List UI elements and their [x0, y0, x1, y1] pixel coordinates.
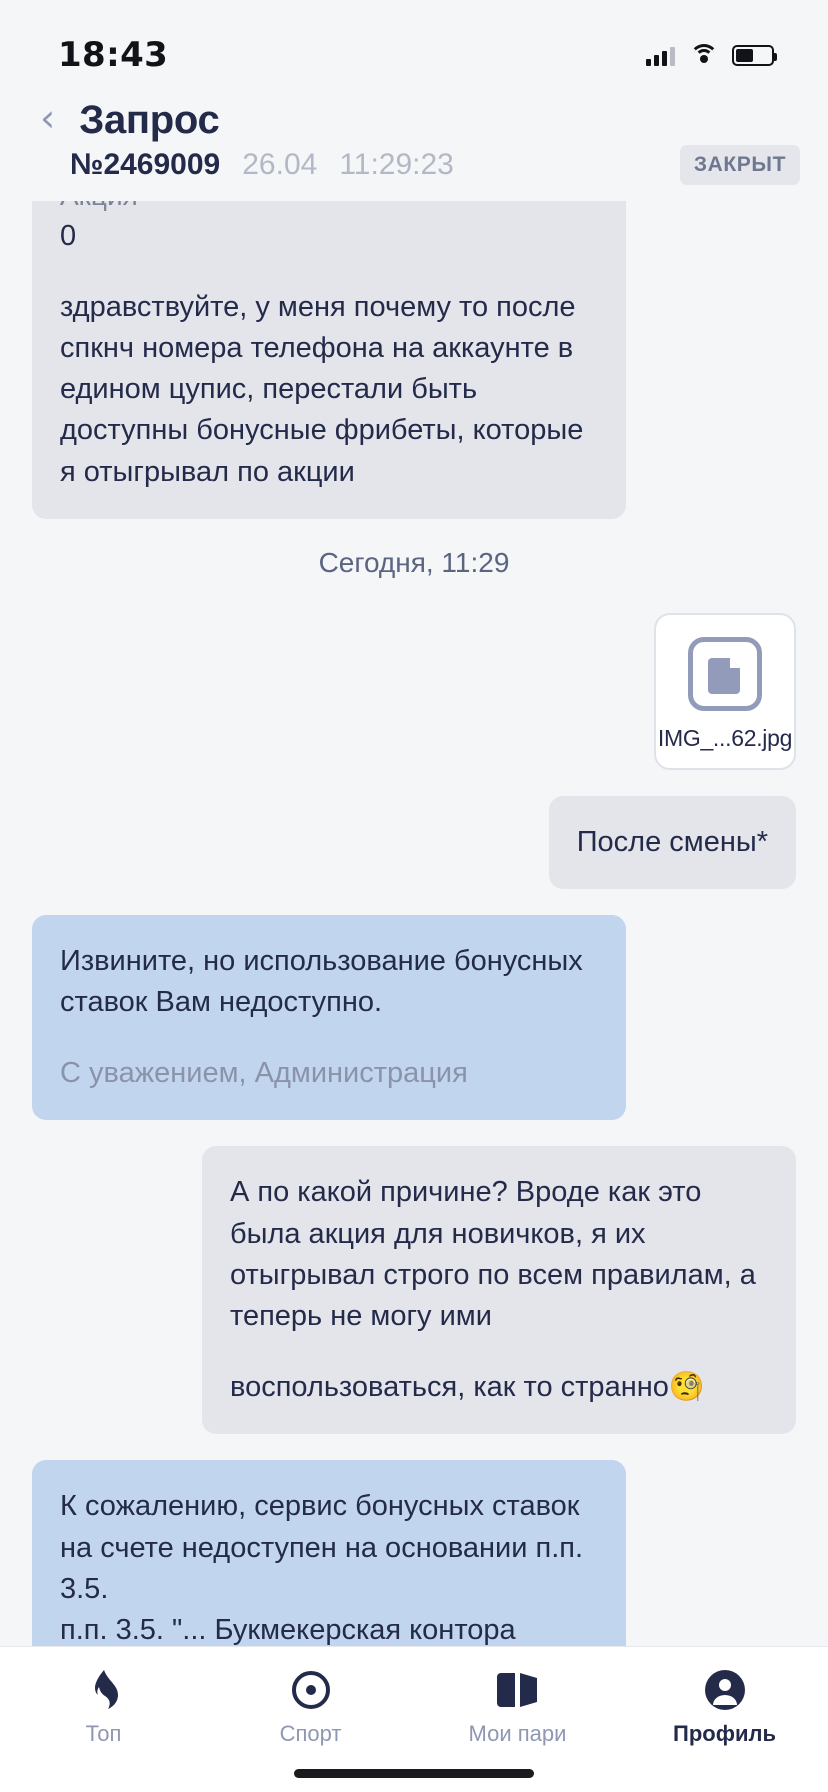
- tab-label: Мои пари: [468, 1721, 567, 1746]
- bubble-text: А по какой причине? Вроде как это была а…: [230, 1176, 756, 1332]
- message-row: После смены*: [32, 795, 796, 889]
- chat-bubble-admin[interactable]: Извините, но использование бонусных став…: [32, 914, 626, 1121]
- tab-top[interactable]: Топ: [14, 1669, 194, 1747]
- wifi-icon: [689, 44, 718, 66]
- cellular-signal-icon: [646, 44, 675, 66]
- page-title: Запрос: [79, 98, 220, 142]
- flame-icon: [87, 1669, 121, 1711]
- header-meta-row: №2469009 26.04 11:29:23 ЗАКРЫТ: [34, 145, 800, 185]
- bubble-text: Извините, но использование бонусных став…: [60, 944, 583, 1019]
- status-icons: [646, 44, 777, 66]
- header-title-row: ‹ Запрос: [34, 98, 800, 143]
- tab-my-bets[interactable]: Мои пари: [428, 1669, 608, 1747]
- request-time: 11:29:23: [339, 148, 454, 181]
- document-icon: [688, 636, 762, 711]
- request-date: 26.04: [242, 148, 318, 181]
- page-header: ‹ Запрос №2469009 26.04 11:29:23 ЗАКРЫТ: [0, 84, 828, 201]
- tab-label: Профиль: [673, 1721, 776, 1746]
- target-icon: [291, 1669, 331, 1711]
- message-row: К сожалению, сервис бонусных ставок на с…: [32, 1460, 796, 1646]
- bubble-text: После смены*: [576, 825, 768, 858]
- chat-thread[interactable]: Акция 0 здравствуйте, у меня почему то п…: [0, 186, 828, 1646]
- bubble-text-2: воспользоваться, как то странно🧐: [230, 1367, 768, 1408]
- message-row: А по какой причине? Вроде как это была а…: [32, 1146, 796, 1435]
- tab-label: Спорт: [279, 1721, 342, 1746]
- message-row: Акция 0 здравствуйте, у меня почему то п…: [32, 186, 796, 519]
- bubble-text-2: п.п. 3.5. "... Букмекерская контора имее…: [60, 1613, 516, 1646]
- tab-label: Топ: [85, 1721, 122, 1746]
- bubble-amount: 0: [60, 219, 77, 252]
- ticket-icon: [495, 1669, 541, 1711]
- attachment-filename: IMG_...62.jpg: [657, 724, 793, 751]
- tab-sport[interactable]: Спорт: [221, 1669, 401, 1747]
- bubble-signature: С уважением, Администрация: [60, 1057, 468, 1090]
- bubble-text: К сожалению, сервис бонусных ставок на с…: [60, 1490, 584, 1605]
- status-badge: ЗАКРЫТ: [679, 145, 800, 185]
- chat-bubble-admin[interactable]: К сожалению, сервис бонусных ставок на с…: [32, 1460, 626, 1646]
- tab-profile[interactable]: Профиль: [635, 1669, 815, 1747]
- attachment-card[interactable]: IMG_...62.jpg: [654, 612, 796, 770]
- date-divider: Сегодня, 11:29: [318, 546, 510, 578]
- chat-bubble-user[interactable]: Акция 0 здравствуйте, у меня почему то п…: [32, 186, 626, 519]
- message-row: IMG_...62.jpg: [32, 612, 796, 770]
- home-indicator: [294, 1769, 534, 1778]
- monocle-face-emoji: 🧐: [668, 1371, 705, 1404]
- person-icon: [704, 1669, 746, 1711]
- chevron-left-icon[interactable]: ‹: [34, 99, 61, 143]
- chat-bubble-user[interactable]: После смены*: [548, 795, 796, 889]
- bubble-text: здравствуйте, у меня почему то после спк…: [60, 290, 584, 488]
- chat-bubble-user[interactable]: А по какой причине? Вроде как это была а…: [202, 1146, 796, 1435]
- status-bar: 18:43: [0, 0, 828, 84]
- bubble-text-2-label: воспользоваться, как то странно: [230, 1371, 669, 1404]
- battery-icon: [732, 44, 777, 66]
- status-time: 18:43: [58, 35, 169, 75]
- request-number: №2469009: [70, 148, 221, 181]
- message-row: Извините, но использование бонусных став…: [32, 914, 796, 1121]
